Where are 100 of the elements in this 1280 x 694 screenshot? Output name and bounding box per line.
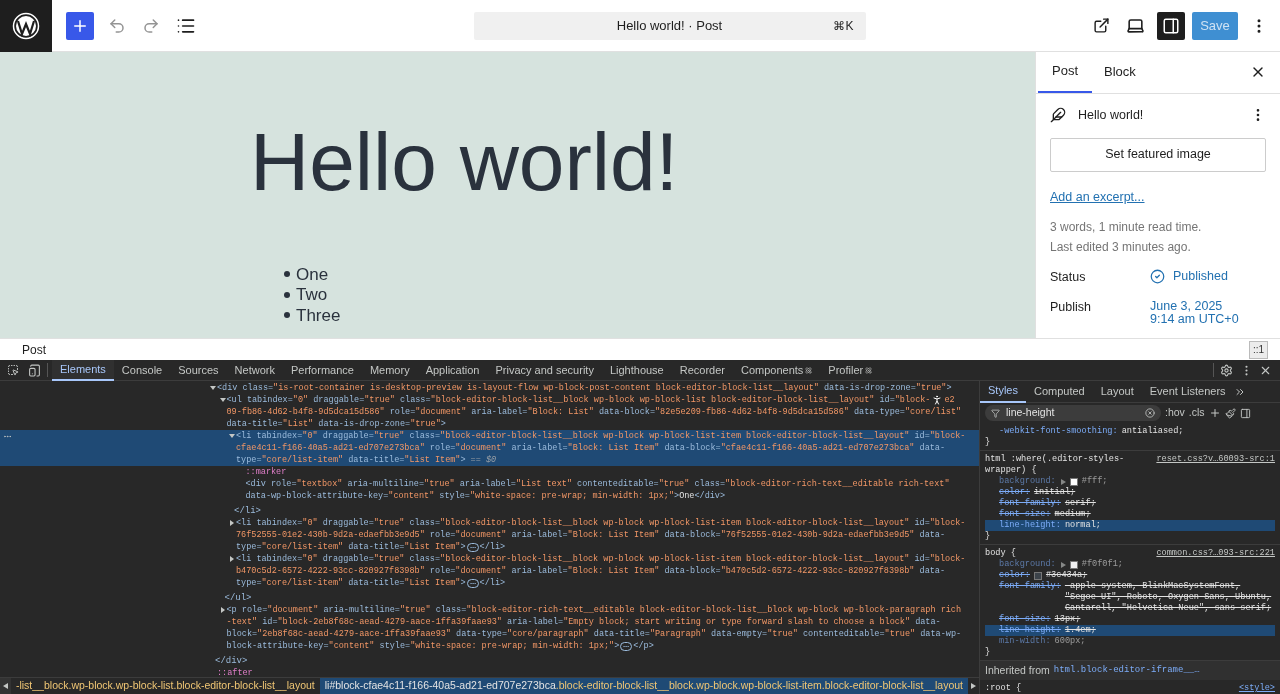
- more-icon[interactable]: [3, 432, 12, 441]
- css-property[interactable]: -webkit-font-smoothing:: [999, 426, 1118, 437]
- undo-icon[interactable]: [108, 16, 126, 35]
- css-property[interactable]: color:: [999, 570, 1030, 581]
- expand-triangle-icon[interactable]: [229, 520, 235, 526]
- css-value[interactable]: 1.4em;: [1064, 625, 1096, 636]
- sidebar-tab[interactable]: Block: [1092, 52, 1148, 93]
- post-stats-text: 3 words, 1 minute read time.: [1050, 219, 1203, 235]
- closing-tag: </li>: [234, 506, 261, 516]
- css-property[interactable]: line-height:: [999, 625, 1061, 636]
- expand-triangle-icon[interactable]: [1060, 479, 1066, 485]
- post-title[interactable]: Hello world!: [250, 114, 1035, 210]
- class-toggle[interactable]: .cls: [1188, 405, 1205, 421]
- devtools-tab[interactable]: Lighthouse: [601, 359, 672, 381]
- paint-brush-icon[interactable]: [1224, 407, 1236, 419]
- clear-icon[interactable]: [1145, 408, 1155, 418]
- devtools-tab[interactable]: Memory: [361, 359, 418, 381]
- expand-triangle-icon[interactable]: [229, 556, 235, 562]
- closing-brace: }: [985, 437, 991, 447]
- closing-brace: }: [985, 531, 991, 541]
- css-value[interactable]: #3c434a;: [1045, 570, 1088, 581]
- sidebar-icon: [1162, 16, 1180, 35]
- css-property[interactable]: font-family:: [999, 498, 1061, 509]
- redo-icon[interactable]: [142, 16, 160, 35]
- add-excerpt-link[interactable]: Add an excerpt...: [1050, 189, 1145, 204]
- color-swatch[interactable]: [1033, 571, 1042, 580]
- devtools-tab[interactable]: Network: [226, 359, 283, 381]
- pseudo-element[interactable]: ::marker: [245, 466, 287, 478]
- css-value[interactable]: initial;: [1033, 487, 1076, 498]
- styles-tab[interactable]: Event Listeners: [1141, 381, 1234, 403]
- html-tag-code[interactable]: <li tabindex="0" draggable="true" class="block-editor-block-list__block wp-block wp-block-list-item block-editor-block-list__layout" id="block- cfae4c11-f166-40a5-ad21-ed707e273bca" role="document" aria-label="Block: List Item" data-block="cfae4c11-f166-40a5-ad21-ed707e273bca" data- type="core/list-item" data-title="List Item"> == $0: [236, 430, 966, 466]
- css-property[interactable]: font-family:: [999, 581, 1061, 592]
- pseudo-element[interactable]: ::after: [217, 667, 253, 677]
- stylesheet-link[interactable]: common.css?…093-src:221: [1156, 548, 1275, 559]
- post-stats-text: Last edited 3 minutes ago.: [1050, 239, 1192, 255]
- block-breadcrumb[interactable]: Post: [22, 340, 46, 359]
- css-value[interactable]: normal;: [1064, 520, 1101, 531]
- devtools-tab[interactable]: Profiler: [820, 359, 881, 381]
- styles-tab[interactable]: Layout: [1092, 381, 1142, 403]
- devtools-tab[interactable]: Recorder: [671, 359, 733, 381]
- inspect-icon[interactable]: [7, 364, 19, 376]
- css-value[interactable]: 13px;: [1054, 614, 1081, 625]
- html-tag-code[interactable]: <p role="document" aria-multiline="true" class="block-editor-rich-text__editable block-editor-block-list__block wp-block wp-block-paragraph rich -text" id="block-2eb8f68c-aead-4279-aace-1ffa39faae93" aria-label="Empty block; start writing or type forward slash to choose a block" data- block="2eb8f68c-aead-4279-aace-1ffa39faae93" data-type="core/paragraph" data-title="Paragraph" data-empty="true" contenteditable="true" data-wp- block-attribute-key="content" style="white-space: pre-wrap; min-width: 1px;"> </p>: [226, 604, 962, 652]
- css-value[interactable]: 600px;: [1054, 636, 1086, 647]
- html-tag-code[interactable]: <div class="is-root-container is-desktop-preview is-layout-flow wp-block-post-content block-editor-block-list__layout" data-is-drop-zone="true">: [217, 382, 952, 394]
- sidebar-toggle-button[interactable]: [1157, 11, 1185, 40]
- status-link[interactable]: Published: [1173, 266, 1228, 283]
- device-toggle-icon[interactable]: [28, 363, 41, 377]
- filter-icon: [991, 408, 1000, 418]
- publish-date-link[interactable]: June 3, 2025 9:14 am UTC+0: [1150, 296, 1239, 326]
- scroll-left-button[interactable]: [0, 678, 11, 694]
- sidebar-tab[interactable]: Post: [1038, 52, 1092, 93]
- dom-breadcrumb[interactable]: -list__block.wp-block.wp-block-list.block-editor-block-list__layout: [10, 678, 320, 694]
- css-property[interactable]: font-size:: [999, 614, 1051, 625]
- devtools-tab[interactable]: Console: [113, 359, 171, 381]
- color-swatch[interactable]: [1069, 560, 1078, 569]
- expand-triangle-icon[interactable]: [219, 607, 226, 613]
- styles-tab[interactable]: Styles: [980, 381, 1026, 403]
- css-selector: body {: [985, 548, 1017, 559]
- settings-icon[interactable]: [1220, 363, 1233, 377]
- field-label: Status: [1050, 268, 1087, 286]
- css-value[interactable]: antialiased;: [1121, 426, 1184, 437]
- css-property[interactable]: font-size:: [999, 509, 1051, 520]
- stylesheet-link[interactable]: reset.css?v…60093-src:1: [1156, 454, 1275, 476]
- filter-field[interactable]: line-height: [985, 405, 1161, 421]
- add-rule-icon[interactable]: [1208, 407, 1221, 419]
- laptop-icon[interactable]: [1126, 16, 1145, 35]
- devtools-tab[interactable]: Performance: [282, 359, 362, 381]
- css-value[interactable]: #f0f0f1;: [1081, 559, 1123, 570]
- set-featured-image-button[interactable]: Set featured image: [1050, 137, 1266, 172]
- expand-triangle-icon[interactable]: [1060, 562, 1066, 568]
- css-value[interactable]: serif;: [1064, 498, 1096, 509]
- devtools-tab[interactable]: Application: [417, 359, 488, 381]
- dom-breadcrumb[interactable]: li#block-cfae4c11-f166-40a5-ad21-ed707e273bca.block-editor-block-list__block.wp-block.wp-block-list-item.block-editor-block-list__layout: [319, 678, 969, 694]
- html-tag-code[interactable]: <div role="textbox" aria-multiline="true" aria-label="List text" contenteditable="true" class="block-editor-rich-text__editable rich-text" data-wp-block-attribute-key="content" style="white-space: pre-wrap; min-width: 1px;">One</div>: [245, 478, 950, 502]
- logo-icon[interactable]: [0, 0, 52, 52]
- right-triangle-icon: [971, 683, 976, 689]
- closing-tag: </div>: [215, 656, 248, 666]
- inherited-element-link[interactable]: html.block-editor-iframe__…: [1053, 665, 1200, 676]
- css-value[interactable]: medium;: [1054, 509, 1091, 520]
- css-property[interactable]: color:: [999, 487, 1030, 498]
- sidebar-icon[interactable]: [1239, 407, 1251, 419]
- add-block-button[interactable]: [66, 11, 94, 40]
- styles-tab[interactable]: Computed: [1025, 381, 1093, 403]
- command-bar[interactable]: Hello world! · Post ⌘K: [473, 11, 866, 40]
- css-value[interactable]: -apple-system, BlinkMacSystemFont, "Segoe UI", Roboto, Oxygen-Sans, Ubuntu, Cantarell, "Helvetica Neue", sans-serif;: [1064, 581, 1275, 614]
- external-link-icon[interactable]: [1093, 17, 1110, 34]
- expand-triangle-icon[interactable]: [229, 433, 235, 439]
- devtools-tab[interactable]: Sources: [170, 359, 227, 381]
- devtools-tab[interactable]: Components: [733, 359, 821, 381]
- devtools-tab[interactable]: Privacy and security: [487, 359, 602, 381]
- color-swatch[interactable]: [1069, 477, 1078, 486]
- left-triangle-icon: [2, 683, 8, 689]
- css-property[interactable]: line-height:: [999, 520, 1061, 531]
- css-value[interactable]: #fff;: [1081, 476, 1108, 487]
- stylesheet-link[interactable]: <style>: [1238, 683, 1275, 694]
- html-tag-code[interactable]: <li tabindex="0" draggable="true" class="block-editor-block-list__block wp-block wp-block-list-item block-editor-block-list__layout" id="block- b470c5d2-6572-4222-93cc-820927f8398b" role="document" aria-label="Block: List Item" data-block="b470c5d2-6572-4222-93cc-820927f8398b" data- type="core/list-item" data-title="List Item"> </li>: [236, 553, 966, 589]
- hover-state-toggle[interactable]: :hov: [1165, 405, 1185, 421]
- devtools-tab[interactable]: Elements: [52, 359, 114, 381]
- bullet-icon: [284, 271, 290, 278]
